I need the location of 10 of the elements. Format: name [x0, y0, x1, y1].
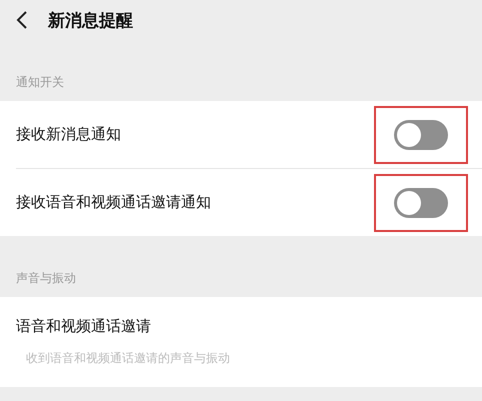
- setting-label[interactable]: 语音和视频通话邀请: [16, 317, 151, 336]
- toggle-switch[interactable]: [394, 120, 448, 150]
- section-title: 通知开关: [15, 74, 65, 91]
- setting-label: 接收新消息通知: [16, 125, 121, 144]
- section-title: 声音与振动: [15, 270, 77, 287]
- setting-label: 接收语音和视频通话邀请通知: [16, 193, 211, 212]
- page-title: 新消息提醒: [48, 10, 133, 32]
- back-icon[interactable]: [16, 10, 28, 30]
- setting-description: 收到语音和视频通话邀请的声音与振动: [25, 350, 230, 367]
- toggle-switch[interactable]: [394, 188, 448, 218]
